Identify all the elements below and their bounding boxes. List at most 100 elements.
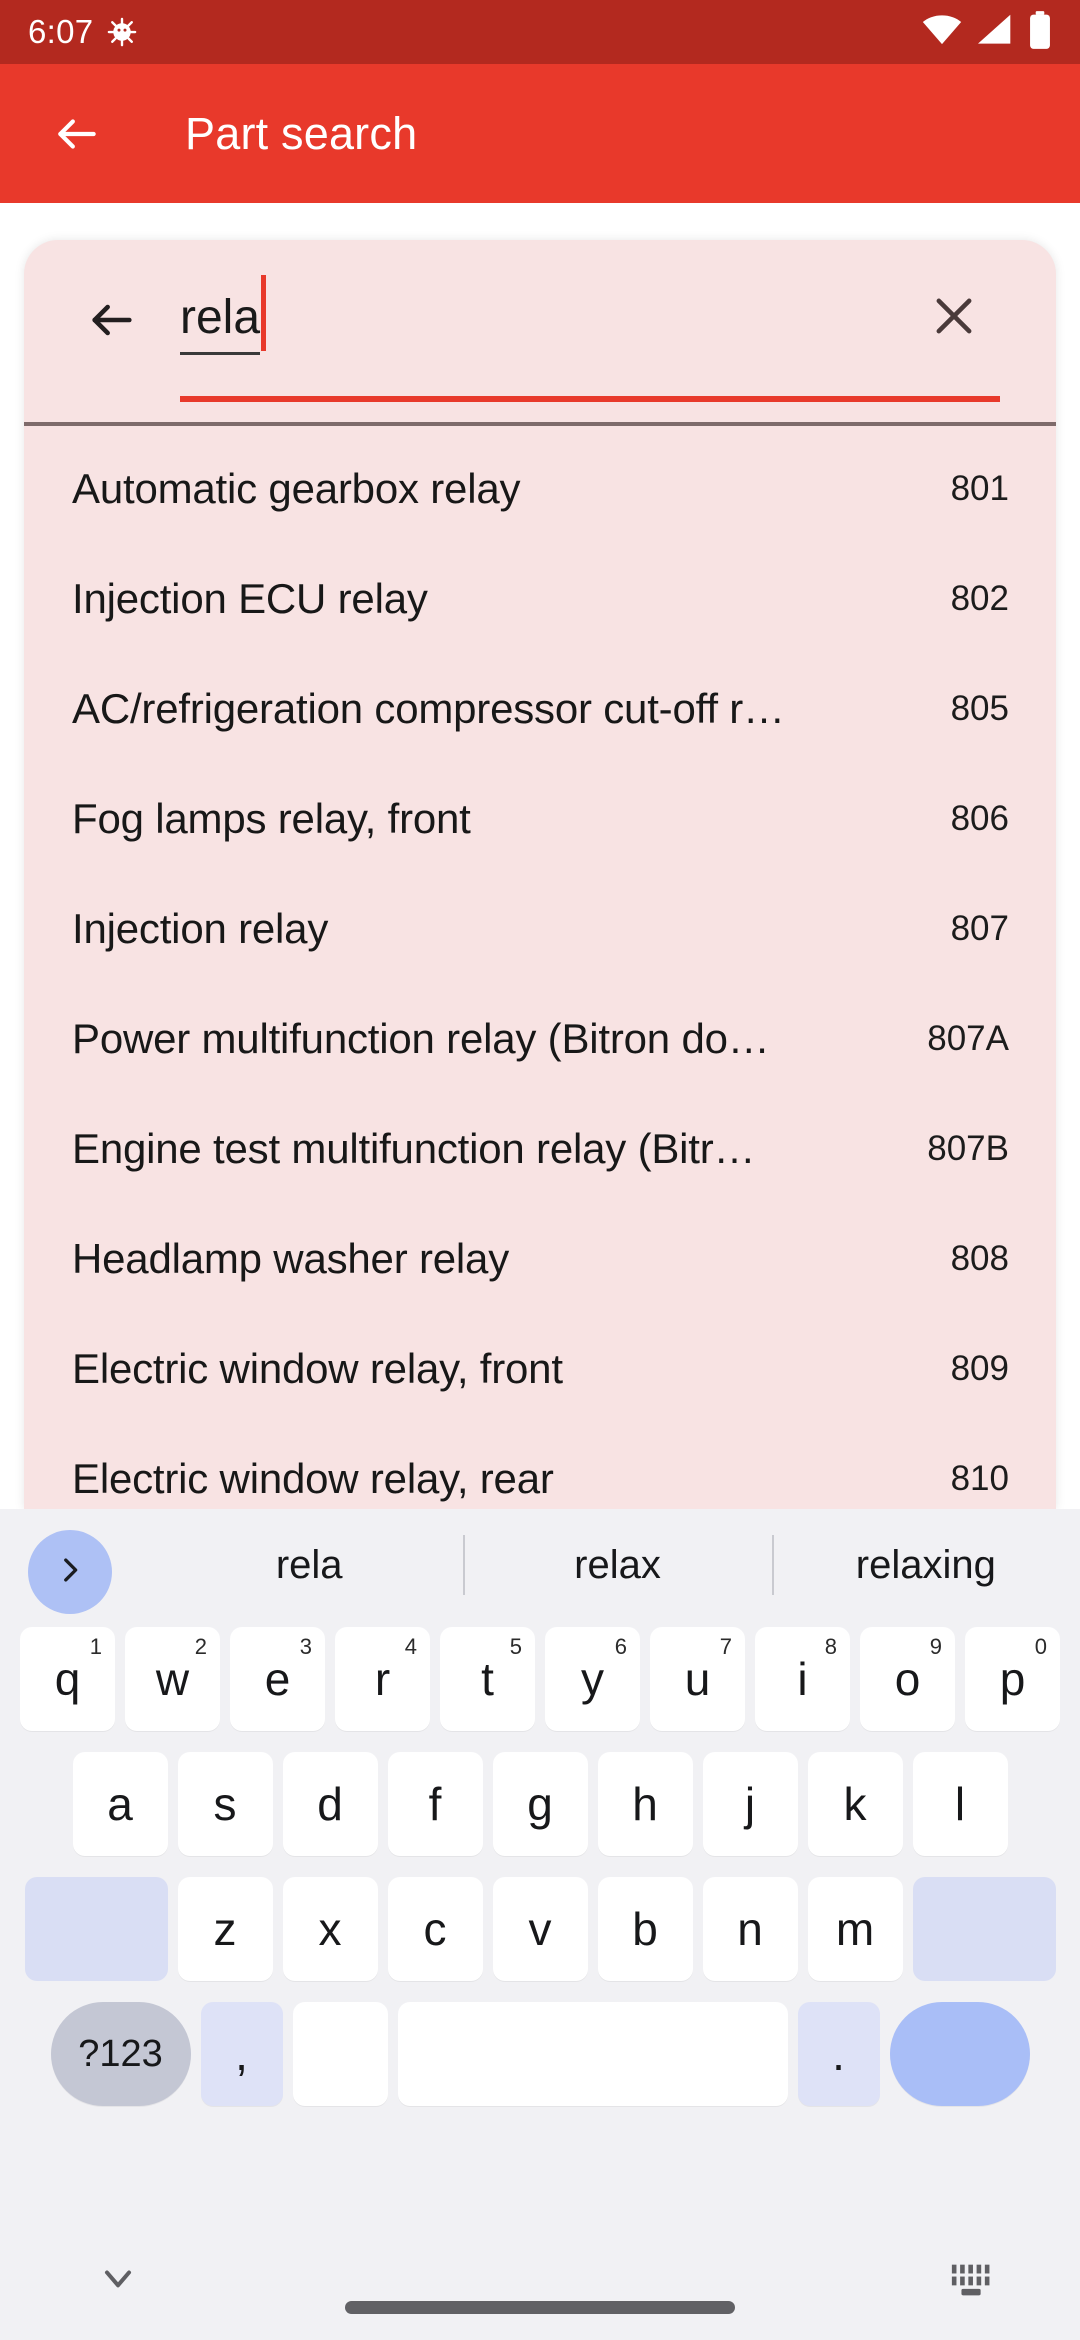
key-f[interactable]: f [387,1752,483,1856]
key-i[interactable]: 8i [755,1627,850,1731]
key-h[interactable]: h [597,1752,693,1856]
symbols-key[interactable]: ?123 [50,2002,191,2106]
key-n[interactable]: n [702,1877,798,1981]
key-a[interactable]: a [72,1752,168,1856]
search-sheet: rela Automatic gearbox relay 801 Injecti… [24,240,1056,1509]
wifi-icon [922,13,962,52]
shift-icon[interactable] [24,1877,168,1981]
key-y[interactable]: 6y [545,1627,640,1731]
result-label: Automatic gearbox relay [72,465,521,512]
phone-screen: 6:07 Part search rela Automatic gearbox … [0,0,1080,2340]
key-t[interactable]: 5t [440,1627,535,1731]
suggestion-chip[interactable]: relaxing [771,1509,1080,1621]
backspace-icon[interactable] [912,1877,1056,1981]
chevron-down-icon[interactable] [90,2250,146,2306]
table-row[interactable]: Power multifunction relay (Bitron do… 80… [24,984,1056,1094]
suggestion-chip[interactable]: rela [155,1509,463,1621]
keyboard-row-3: z x c v b n m [0,1877,1080,1981]
keyboard-row-2: a s d f g h j k l [0,1752,1080,1856]
keyboard-icon[interactable] [944,2252,1000,2308]
key-k[interactable]: k [807,1752,903,1856]
table-row[interactable]: Headlamp washer relay 808 [24,1204,1056,1314]
key-number: 6 [614,1634,627,1659]
table-row[interactable]: AC/refrigeration compressor cut-off r… 8… [24,654,1056,764]
table-row[interactable]: Engine test multifunction relay (Bitr… 8… [24,1094,1056,1204]
expand-suggestions-button[interactable] [28,1530,112,1614]
status-bar-clock: 6:07 [28,13,94,50]
navigation-bar [0,2220,1080,2340]
result-label: Injection ECU relay [72,575,428,622]
search-back-button[interactable] [80,288,144,352]
result-label: AC/refrigeration compressor cut-off r… [72,685,785,732]
key-number: 3 [299,1634,312,1659]
page-title: Part search [185,107,418,159]
key-e[interactable]: 3e [230,1627,325,1731]
suggestion-chip[interactable]: relax [463,1509,771,1621]
key-number: 0 [1034,1634,1047,1659]
key-number: 5 [509,1634,522,1659]
key-s[interactable]: s [177,1752,273,1856]
key-j[interactable]: j [702,1752,798,1856]
search-input-underline [180,396,1000,402]
cell-signal-icon [976,13,1014,52]
keyboard-row-1: 1q 2w 3e 4r 5t 6y 7u 8i 9o 0p [0,1627,1080,1731]
home-gesture-pill[interactable] [345,2301,735,2314]
key-u[interactable]: 7u [650,1627,745,1731]
table-row[interactable]: Fog lamps relay, front 806 [24,764,1056,874]
key-label: q [54,1653,81,1705]
table-row[interactable]: Automatic gearbox relay 801 [24,434,1056,544]
enter-icon[interactable] [889,2002,1030,2106]
key-number: 8 [824,1634,837,1659]
result-code: 802 [950,579,1009,618]
result-code: 806 [950,799,1009,838]
key-label: u [684,1653,711,1705]
key-v[interactable]: v [492,1877,588,1981]
table-row[interactable]: Injection relay 807 [24,874,1056,984]
key-label: o [894,1653,921,1705]
key-g[interactable]: g [492,1752,588,1856]
space-key[interactable] [397,2002,788,2106]
key-r[interactable]: 4r [335,1627,430,1731]
app-bar: Part search [0,64,1080,203]
result-label: Electric window relay, rear [72,1455,554,1502]
comma-key[interactable]: , [200,2002,283,2106]
clear-search-button[interactable] [922,284,986,348]
result-label: Power multifunction relay (Bitron do… [72,1015,770,1062]
result-code: 808 [950,1239,1009,1278]
key-c[interactable]: c [387,1877,483,1981]
app-bar-back-button[interactable] [45,102,109,166]
key-number: 2 [194,1634,207,1659]
key-m[interactable]: m [807,1877,903,1981]
key-number: 7 [719,1634,732,1659]
search-input[interactable]: rela [180,275,880,365]
table-row[interactable]: Electric window relay, front 809 [24,1314,1056,1424]
result-label: Electric window relay, front [72,1345,563,1392]
key-x[interactable]: x [282,1877,378,1981]
key-number: 1 [89,1634,102,1659]
key-l[interactable]: l [912,1752,1008,1856]
key-p[interactable]: 0p [965,1627,1060,1731]
key-d[interactable]: d [282,1752,378,1856]
keyboard-row-4: ?123 , . [0,2002,1080,2106]
battery-icon [1028,10,1052,54]
result-code: 809 [950,1349,1009,1388]
suggestion-items: rela relax relaxing [155,1509,1080,1621]
table-row[interactable]: Injection ECU relay 802 [24,544,1056,654]
key-q[interactable]: 1q [20,1627,115,1731]
key-label: y [581,1653,604,1705]
emoji-icon[interactable] [292,2002,388,2106]
key-z[interactable]: z [177,1877,273,1981]
key-b[interactable]: b [597,1877,693,1981]
search-results-list[interactable]: Automatic gearbox relay 801 Injection EC… [24,434,1056,1509]
key-number: 9 [929,1634,942,1659]
result-label: Headlamp washer relay [72,1235,510,1282]
key-w[interactable]: 2w [125,1627,220,1731]
table-row[interactable]: Electric window relay, rear 810 [24,1424,1056,1509]
status-bar: 6:07 [0,0,1080,64]
android-bug-icon [107,17,137,47]
key-o[interactable]: 9o [860,1627,955,1731]
key-label: t [481,1653,494,1705]
key-label: i [797,1653,808,1705]
key-label: r [374,1653,391,1705]
period-key[interactable]: . [797,2002,880,2106]
